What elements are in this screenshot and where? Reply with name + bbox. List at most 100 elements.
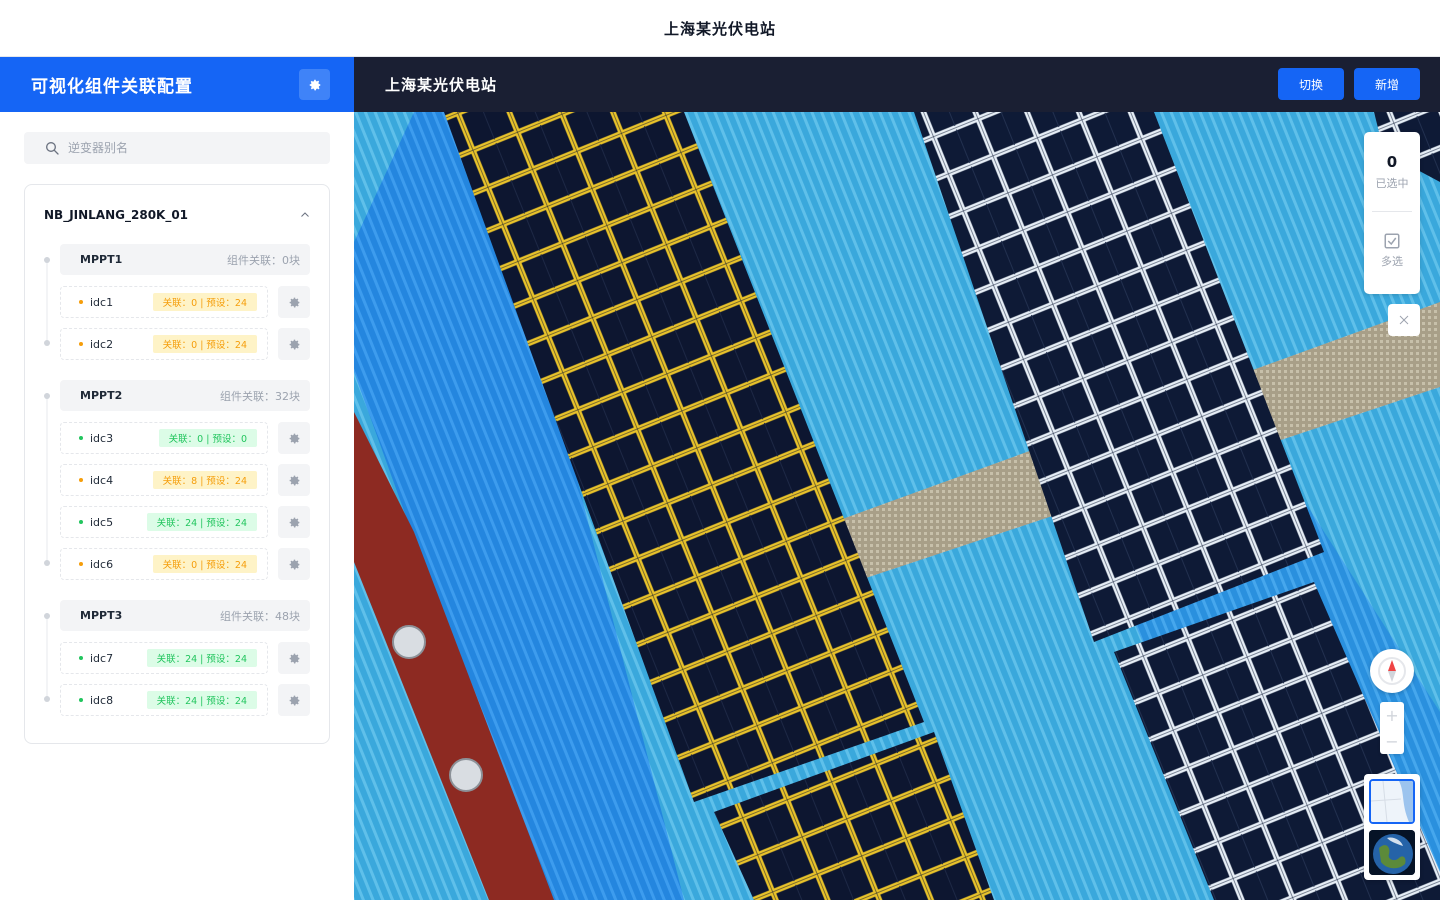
add-button[interactable]: 新增	[1354, 68, 1420, 100]
idc-settings-button[interactable]	[278, 286, 310, 318]
status-badge: 关联：0 | 预设：24	[152, 335, 257, 353]
tree-dot	[44, 696, 50, 702]
idc-row[interactable]: idc8 关联：24 | 预设：24	[60, 684, 268, 716]
mppt-name: MPPT1	[80, 253, 123, 266]
idc-row[interactable]: idc3 关联：0 | 预设：0	[60, 422, 268, 454]
close-icon	[1399, 315, 1409, 325]
gear-icon	[289, 475, 299, 486]
selection-panel: 0 已选中 多选	[1364, 132, 1420, 294]
tree-dot	[44, 257, 50, 263]
idc-settings-button[interactable]	[278, 464, 310, 496]
gear-icon	[289, 653, 299, 664]
idc-name: idc7	[90, 651, 114, 665]
tree-dot	[44, 613, 50, 619]
settings-button[interactable]	[299, 69, 330, 100]
status-dot	[79, 342, 83, 346]
tree-line	[46, 393, 48, 563]
idc-name: idc5	[90, 515, 114, 529]
zoom-out-button[interactable]: −	[1385, 732, 1398, 751]
compass-icon	[1378, 657, 1406, 685]
compass-button[interactable]	[1370, 649, 1414, 693]
gear-icon	[289, 297, 299, 308]
chevron-up-icon[interactable]	[299, 209, 311, 221]
divider	[1372, 211, 1412, 212]
status-badge: 关联：0 | 预设：24	[152, 293, 257, 311]
close-button[interactable]	[1388, 304, 1420, 336]
app-header: 上海某光伏电站	[0, 0, 1440, 57]
idc-settings-button[interactable]	[278, 684, 310, 716]
tree-line	[46, 613, 48, 699]
selected-label: 已选中	[1375, 177, 1409, 190]
status-dot	[79, 520, 83, 524]
mppt-row[interactable]: MPPT3 组件关联：48块	[60, 600, 310, 631]
zoom-in-button[interactable]: +	[1385, 706, 1398, 725]
idc-row[interactable]: idc4 关联：8 | 预设：24	[60, 464, 268, 496]
idc-name: idc3	[90, 431, 114, 445]
sidebar-title: 可视化组件关联配置	[31, 77, 193, 97]
mppt-name: MPPT2	[80, 389, 123, 402]
search-icon	[46, 142, 59, 155]
status-badge: 关联：0 | 预设：24	[152, 555, 257, 573]
layer-switcher	[1364, 774, 1420, 880]
gear-icon	[289, 433, 299, 444]
status-dot	[79, 562, 83, 566]
status-badge: 关联：24 | 预设：24	[146, 649, 257, 667]
status-badge: 关联：0 | 预设：0	[158, 429, 257, 447]
satellite-map[interactable]	[354, 112, 1440, 900]
mppt-name: MPPT3	[80, 609, 123, 622]
idc-row[interactable]: idc6 关联：0 | 预设：24	[60, 548, 268, 580]
inverter-card: NB_JINLANG_280K_01 MPPT1 组件关联：0块 idc1 关联…	[24, 184, 330, 744]
idc-settings-button[interactable]	[278, 642, 310, 674]
idc-name: idc1	[90, 295, 114, 309]
search-box	[24, 132, 330, 164]
globe-icon	[1369, 830, 1415, 875]
multi-select-button[interactable]: 多选	[1381, 232, 1403, 269]
multi-select-label: 多选	[1381, 255, 1403, 268]
idc-row[interactable]: idc1 关联：0 | 预设：24	[60, 286, 268, 318]
status-dot	[79, 300, 83, 304]
mppt-row[interactable]: MPPT1 组件关联：0块	[60, 244, 310, 275]
map-layer-button[interactable]	[1369, 779, 1415, 824]
inverter-search-input[interactable]	[68, 141, 308, 155]
status-badge: 关联：24 | 预设：24	[146, 513, 257, 531]
idc-settings-button[interactable]	[278, 506, 310, 538]
inverter-name: NB_JINLANG_280K_01	[44, 208, 189, 222]
checkbox-icon	[1384, 233, 1400, 249]
gear-icon	[289, 695, 299, 706]
selected-count: 0	[1386, 153, 1398, 171]
gear-icon	[309, 79, 320, 90]
station-title: 上海某光伏电站	[385, 76, 498, 94]
mppt-row[interactable]: MPPT2 组件关联：32块	[60, 380, 310, 411]
zoom-control: + −	[1380, 702, 1404, 754]
idc-settings-button[interactable]	[278, 422, 310, 454]
tree-line	[46, 257, 48, 343]
status-dot	[79, 436, 83, 440]
status-dot	[79, 656, 83, 660]
map-layer-icon	[1371, 781, 1413, 822]
gear-icon	[289, 559, 299, 570]
idc-settings-button[interactable]	[278, 328, 310, 360]
idc-name: idc4	[90, 473, 114, 487]
switch-button[interactable]: 切换	[1278, 68, 1344, 100]
gear-icon	[289, 517, 299, 528]
sidebar: 可视化组件关联配置 NB_JINLANG_280K_01 MPPT1 组件关联：…	[0, 57, 354, 900]
idc-settings-button[interactable]	[278, 548, 310, 580]
tree-dot	[44, 393, 50, 399]
idc-row[interactable]: idc5 关联：24 | 预设：24	[60, 506, 268, 538]
satellite-layer-button[interactable]	[1369, 830, 1415, 875]
status-badge: 关联：24 | 预设：24	[146, 691, 257, 709]
status-badge: 关联：8 | 预设：24	[152, 471, 257, 489]
idc-row[interactable]: idc7 关联：24 | 预设：24	[60, 642, 268, 674]
map-header: 上海某光伏电站 切换 新增	[354, 57, 1440, 112]
map-area: 上海某光伏电站 切换 新增 0 已选中 多选 + −	[354, 57, 1440, 900]
mppt-count: 组件关联：48块	[220, 609, 300, 623]
mppt-count: 组件关联：0块	[227, 253, 300, 267]
tree-dot	[44, 560, 50, 566]
tree-dot	[44, 340, 50, 346]
status-dot	[79, 478, 83, 482]
idc-row[interactable]: idc2 关联：0 | 预设：24	[60, 328, 268, 360]
inverter-header[interactable]: NB_JINLANG_280K_01	[25, 185, 329, 245]
status-dot	[79, 698, 83, 702]
mppt-count: 组件关联：32块	[220, 389, 300, 403]
gear-icon	[289, 339, 299, 350]
